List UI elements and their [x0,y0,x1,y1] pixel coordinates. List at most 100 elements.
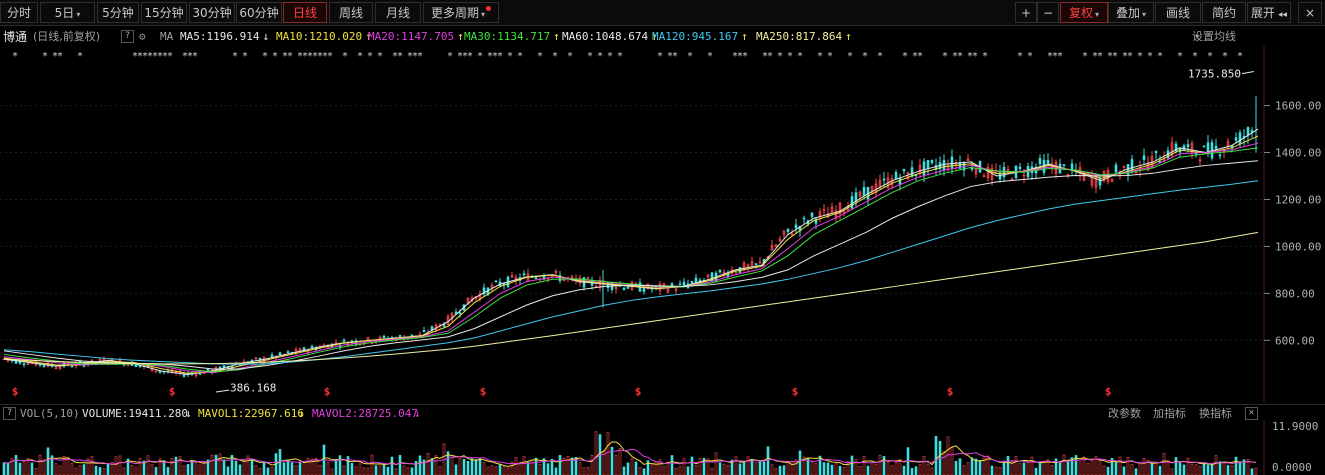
volume-bar [698,458,702,475]
close-icon[interactable]: × [1298,2,1322,23]
period-tab-2[interactable]: 5分钟 [97,2,139,23]
volume-bar [1090,459,1094,475]
volume-bar [894,462,898,475]
event-star-icon: * [42,51,48,62]
event-star-icon: * [607,51,613,62]
dividend-icon: $ [480,385,487,398]
volume-chart[interactable]: 11.9000 0.0000 [0,420,1325,475]
volume-bar [454,464,458,475]
volume-bar [190,460,194,475]
ma-trend-arrow: ↑ [845,30,852,43]
volume-bar [786,461,790,475]
ma-value-4: MA60:1048.674 ↑ [562,28,658,46]
candle-body [682,281,686,286]
toolbar-right-4[interactable]: 展开 ◂◂ [1247,2,1291,23]
event-star-icon: * [687,51,693,62]
volume-bar [1098,460,1102,475]
ma-value-0: MA5:1196.914 ↓ [180,28,269,46]
event-star-icon: * [192,51,198,62]
volume-bar [342,465,346,475]
volume-bar [874,463,878,475]
zoom-in-button[interactable]: + [1015,2,1037,23]
period-tab-9[interactable]: 更多周期 ▾ [423,2,499,23]
toolbar-right-3[interactable]: 简约 [1202,2,1246,23]
help-icon[interactable]: ? [121,30,134,43]
period-tab-5[interactable]: 60分钟 [236,2,282,23]
toolbar-right-0[interactable]: 复权 ▾ [1060,2,1108,23]
volume-bar [330,468,334,475]
volume-bar [1194,464,1198,475]
candle-body [1142,155,1146,160]
volume-bar [194,462,198,475]
volume-bar [1034,467,1038,475]
volume-bar [1230,465,1234,475]
period-tab-1[interactable]: 5日 ▾ [40,2,95,23]
ma-trend-arrow: ↑ [553,30,560,43]
volume-bar [1022,462,1026,475]
dividend-markers: $ $ $ $ $ $ $ $ [12,385,1112,398]
volume-bar [754,462,758,475]
ma-line-ma60 [3,160,1259,370]
close-icon[interactable]: × [1245,407,1258,420]
period-tab-7[interactable]: 周线 [329,2,373,23]
period-tab-8[interactable]: 月线 [375,2,421,23]
volume-bar [870,460,874,475]
volume-bar [634,461,638,475]
volume-bar [522,456,526,475]
volume-bar [382,463,386,475]
event-star-icon: * [1112,51,1118,62]
notification-badge [486,6,492,11]
ma-value-3: MA30:1134.717 ↑ [464,28,560,46]
volume-bar [150,464,154,475]
volume-bar [394,468,398,475]
ma-value-text: MA30:1134.717 [464,30,551,43]
ma-line-ma10 [3,135,1259,374]
period-tab-3[interactable]: 15分钟 [141,2,187,23]
volume-bar [1058,461,1062,475]
event-star-icon: * [477,51,483,62]
price-chart[interactable]: * * * * * * * * * * * * * * * * * * * * * * * * * * * * * * * * * * * * * * * *… [0,46,1325,402]
gear-icon[interactable]: ⚙ [139,28,146,46]
candle-body [270,354,274,357]
volume-help-icon[interactable]: ? [3,407,16,420]
zoom-out-button[interactable]: − [1037,2,1059,23]
volume-bar [798,450,802,475]
volume-bar [1182,464,1186,475]
volume-bar [998,467,1002,475]
event-star-icon: * [787,51,793,62]
volume-bar [1014,456,1018,475]
candle-body [1218,154,1222,157]
volume-bars [2,431,1258,475]
volume-bar [486,466,490,475]
candle-body [622,287,626,290]
candle-body [794,224,798,229]
period-tab-6[interactable]: 日线 [283,2,327,23]
volume-bar [918,464,922,475]
volume-bar [650,464,654,475]
event-star-icon: * [1192,51,1198,62]
volume-bar [410,467,414,475]
toolbar-right-2[interactable]: 画线 [1155,2,1201,23]
ma-header: 博通 (日线,前复权) ? ⚙ MA MA5:1196.914 ↓ MA10:121… [0,28,1325,46]
volume-bar [386,466,390,475]
candle-body [1114,164,1118,173]
toolbar-right-label: 画线 [1165,6,1190,20]
volume-bar [1166,460,1170,475]
volume-bar [554,467,558,475]
period-tab-0[interactable]: 分时 [0,2,38,23]
volume-bar [1106,466,1110,475]
ma-value-text: MA5:1196.914 [180,30,260,43]
candle-body [754,263,758,265]
volume-bar [34,468,38,475]
period-tab-4[interactable]: 30分钟 [189,2,235,23]
volume-bar [26,458,30,475]
volume-bar [1002,460,1006,475]
max-price-pointer [1241,71,1255,75]
candle-body [1214,145,1218,149]
period-tab-label: 分时 [6,6,31,20]
ma-line-ma5 [3,128,1259,375]
candle-body [278,352,282,356]
candle-body [382,335,386,339]
toolbar-right-1[interactable]: 叠加 ▾ [1108,2,1154,23]
volume-bar [830,464,834,475]
